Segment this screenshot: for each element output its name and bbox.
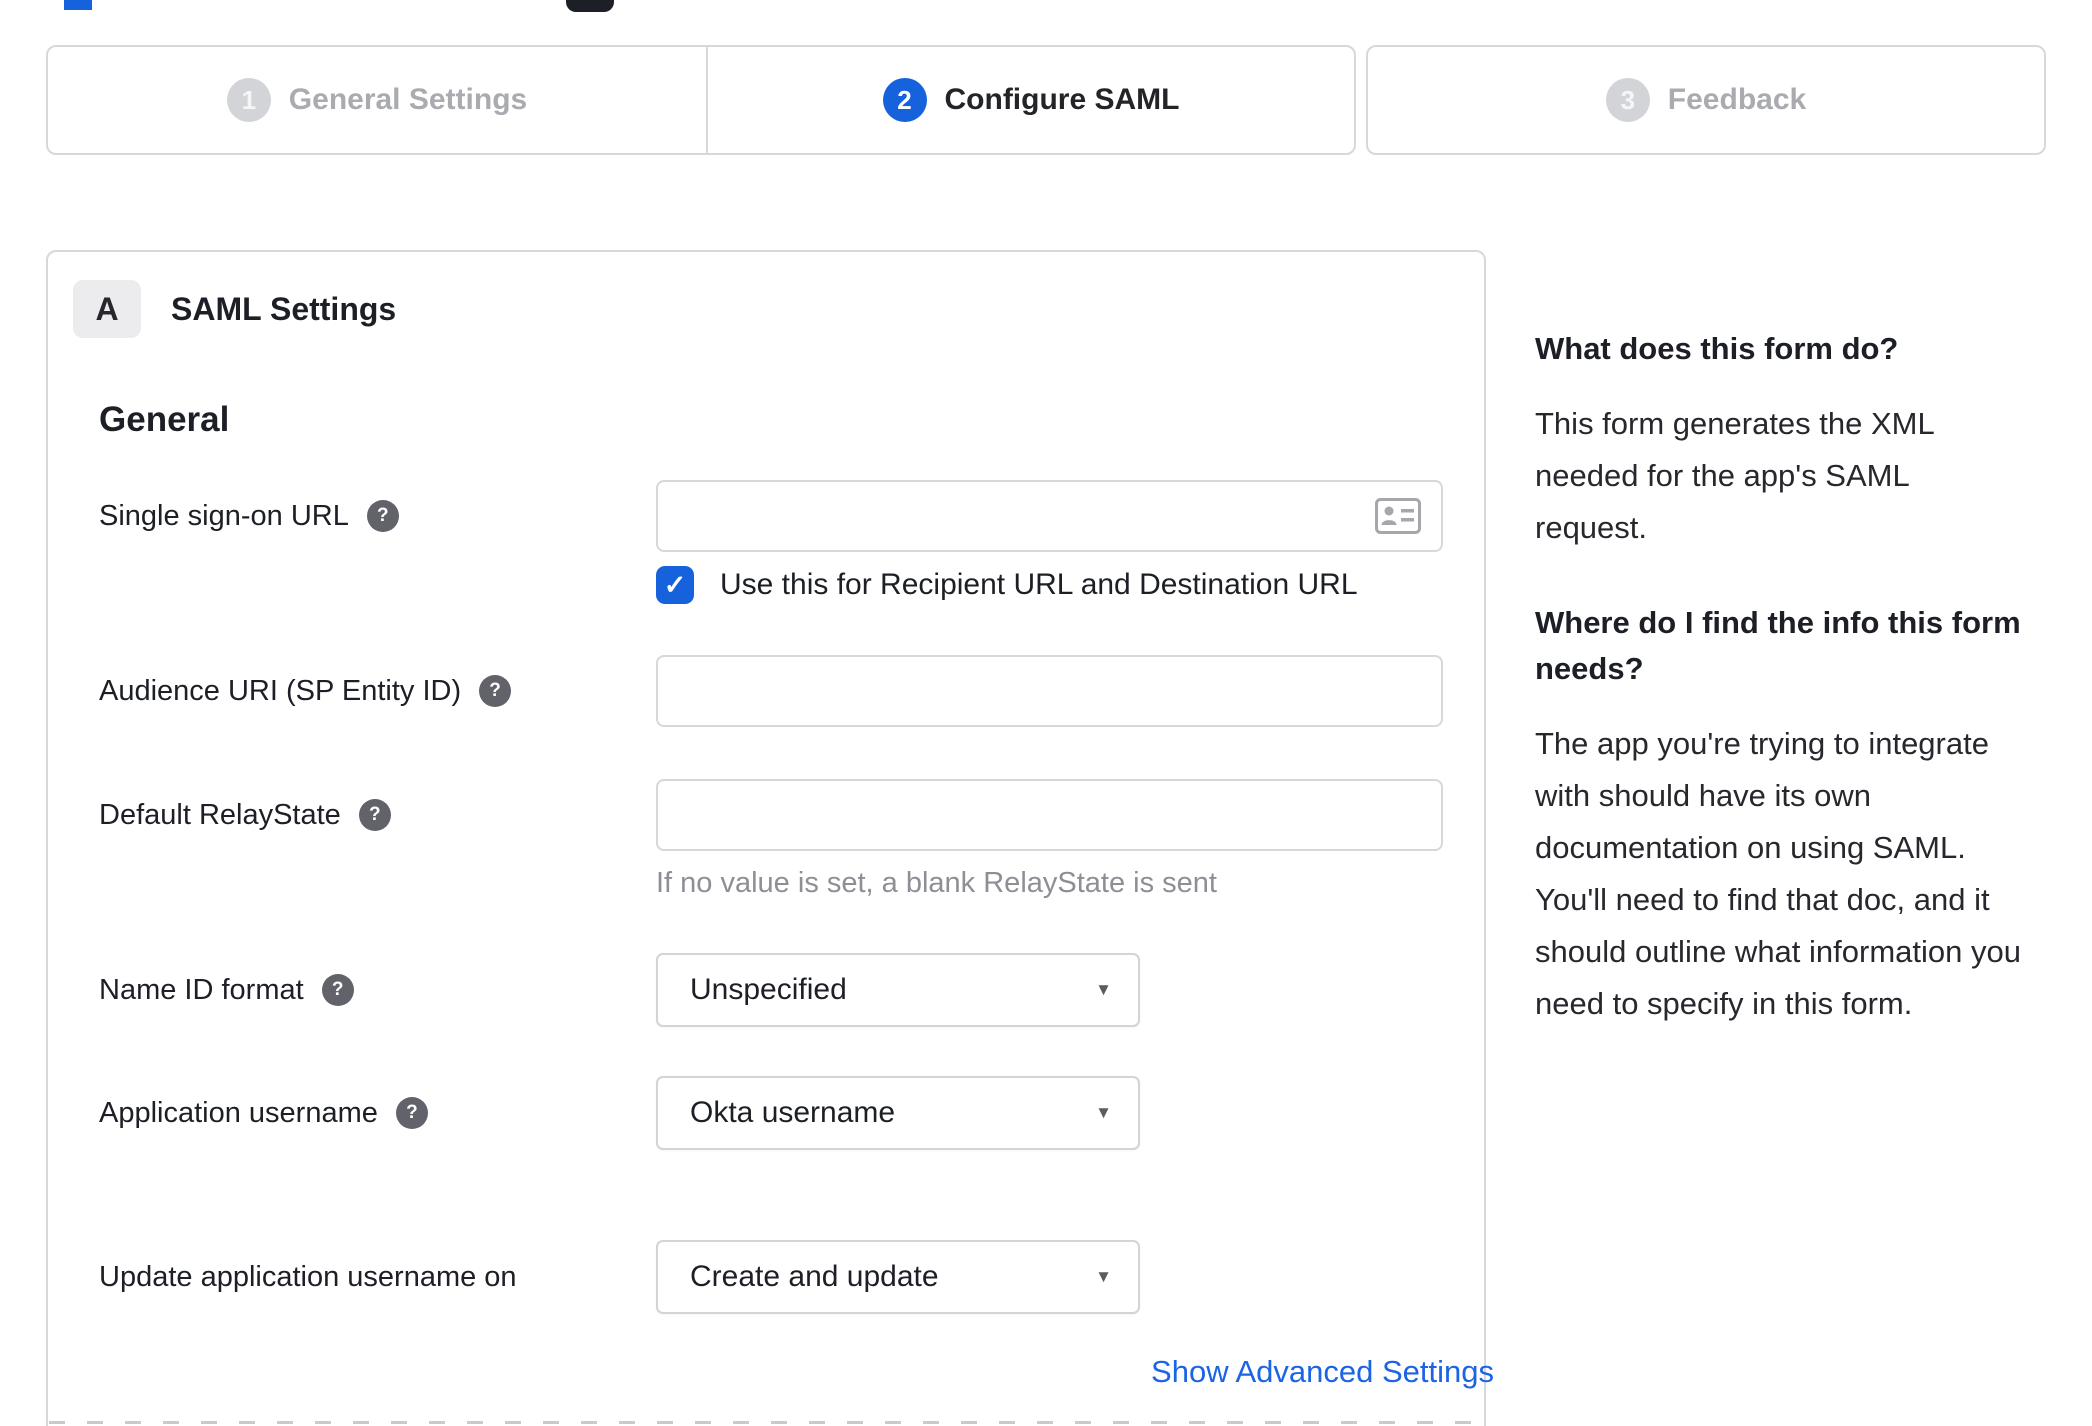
relay-state-label-group: Default RelayState ?	[99, 779, 656, 851]
field-row-sso-url: Single sign-on URL ? ✓ Use this for Reci…	[99, 480, 1484, 604]
sso-url-help-icon[interactable]: ?	[366, 500, 399, 532]
application-username-help-icon[interactable]: ?	[395, 1097, 428, 1129]
step-feedback[interactable]: 3 Feedback	[1366, 45, 2046, 155]
relay-state-help-icon[interactable]: ?	[358, 799, 391, 831]
step-1-number-badge: 1	[226, 78, 271, 122]
step-2-label: Configure SAML	[944, 83, 1180, 116]
chevron-down-icon: ▼	[1095, 1267, 1112, 1286]
help-heading-where: Where do I find the info this form needs…	[1535, 605, 2021, 686]
update-username-select[interactable]: Create and update ▼	[656, 1240, 1140, 1314]
name-id-format-select[interactable]: Unspecified ▼	[656, 953, 1140, 1027]
saml-form: Single sign-on URL ? ✓ Use this for Reci…	[48, 480, 1494, 1390]
name-id-format-label-group: Name ID format ?	[99, 953, 656, 1027]
help-sidebar: What does this form do? This form genera…	[1535, 326, 2027, 1076]
cutoff-blue-element	[64, 0, 92, 10]
show-advanced-settings-link[interactable]: Show Advanced Settings	[1151, 1354, 1494, 1389]
update-username-label-group: Update application username on	[99, 1240, 656, 1314]
name-id-format-value: Unspecified	[690, 973, 847, 1006]
help-body-what: This form generates the XML needed for t…	[1535, 406, 1934, 545]
sso-url-input-wrap	[656, 480, 1443, 552]
audience-uri-input-wrap	[656, 655, 1443, 727]
field-row-update-username-on: Update application username on Create an…	[99, 1240, 1484, 1314]
recipient-url-checkbox-row: ✓ Use this for Recipient URL and Destina…	[656, 566, 1443, 604]
relay-state-label: Default RelayState	[99, 798, 341, 831]
field-row-audience-uri: Audience URI (SP Entity ID) ?	[99, 655, 1484, 727]
stepper-group-1-2: 1 General Settings 2 Configure SAML	[46, 45, 1356, 155]
recipient-url-checkbox[interactable]: ✓	[656, 566, 694, 604]
audience-uri-label: Audience URI (SP Entity ID)	[99, 674, 462, 707]
panel-header: A SAML Settings	[48, 252, 1484, 338]
section-a-badge: A	[73, 280, 141, 338]
relay-state-helper-text: If no value is set, a blank RelayState i…	[656, 867, 1217, 899]
relay-state-control: If no value is set, a blank RelayState i…	[656, 779, 1443, 900]
application-username-label: Application username	[99, 1096, 378, 1129]
audience-uri-input[interactable]	[656, 655, 1443, 727]
help-body-where: The app you're trying to integrate with …	[1535, 726, 2021, 1021]
field-row-name-id-format: Name ID format ? Unspecified ▼	[99, 953, 1484, 1027]
relay-state-input-wrap	[656, 779, 1443, 851]
step-general-settings[interactable]: 1 General Settings	[48, 47, 706, 153]
name-id-format-help-icon[interactable]: ?	[321, 974, 354, 1006]
sso-url-label-group: Single sign-on URL ?	[99, 480, 656, 552]
audience-uri-control	[656, 655, 1443, 727]
audience-uri-help-icon[interactable]: ?	[479, 675, 512, 707]
application-username-value: Okta username	[690, 1096, 896, 1129]
sso-url-control: ✓ Use this for Recipient URL and Destina…	[656, 480, 1443, 604]
step-3-label: Feedback	[1667, 83, 1807, 116]
panel-title: SAML Settings	[171, 290, 397, 327]
field-row-application-username: Application username ? Okta username ▼	[99, 1076, 1484, 1150]
update-username-value: Create and update	[690, 1260, 939, 1293]
cutoff-dark-element	[566, 0, 614, 12]
step-1-label: General Settings	[288, 83, 528, 116]
chevron-down-icon: ▼	[1095, 1103, 1112, 1122]
saml-settings-panel: A SAML Settings General Single sign-on U…	[46, 250, 1494, 1426]
help-heading-what: What does this form do?	[1535, 331, 1899, 366]
contact-card-icon[interactable]	[1375, 498, 1421, 534]
relay-state-input[interactable]	[656, 779, 1443, 851]
step-3-number-badge: 3	[1605, 78, 1650, 122]
general-section-heading: General	[99, 400, 230, 439]
sso-url-input[interactable]	[656, 480, 1443, 552]
application-username-select[interactable]: Okta username ▼	[656, 1076, 1140, 1150]
sso-url-label: Single sign-on URL	[99, 499, 349, 532]
recipient-url-checkbox-label: Use this for Recipient URL and Destinati…	[720, 568, 1358, 601]
section-dashed-divider	[49, 1421, 1483, 1424]
field-row-relay-state: Default RelayState ? If no value is set,…	[99, 779, 1484, 900]
update-username-label: Update application username on	[99, 1260, 517, 1293]
audience-uri-label-group: Audience URI (SP Entity ID) ?	[99, 655, 656, 727]
advanced-settings-row: Show Advanced Settings	[707, 1354, 1494, 1390]
application-username-label-group: Application username ?	[99, 1076, 656, 1150]
wizard-stepper: 1 General Settings 2 Configure SAML 3 Fe…	[46, 45, 2046, 155]
step-configure-saml[interactable]: 2 Configure SAML	[706, 47, 1354, 153]
name-id-format-label: Name ID format	[99, 973, 304, 1006]
step-2-number-badge: 2	[882, 78, 927, 122]
chevron-down-icon: ▼	[1095, 980, 1112, 999]
